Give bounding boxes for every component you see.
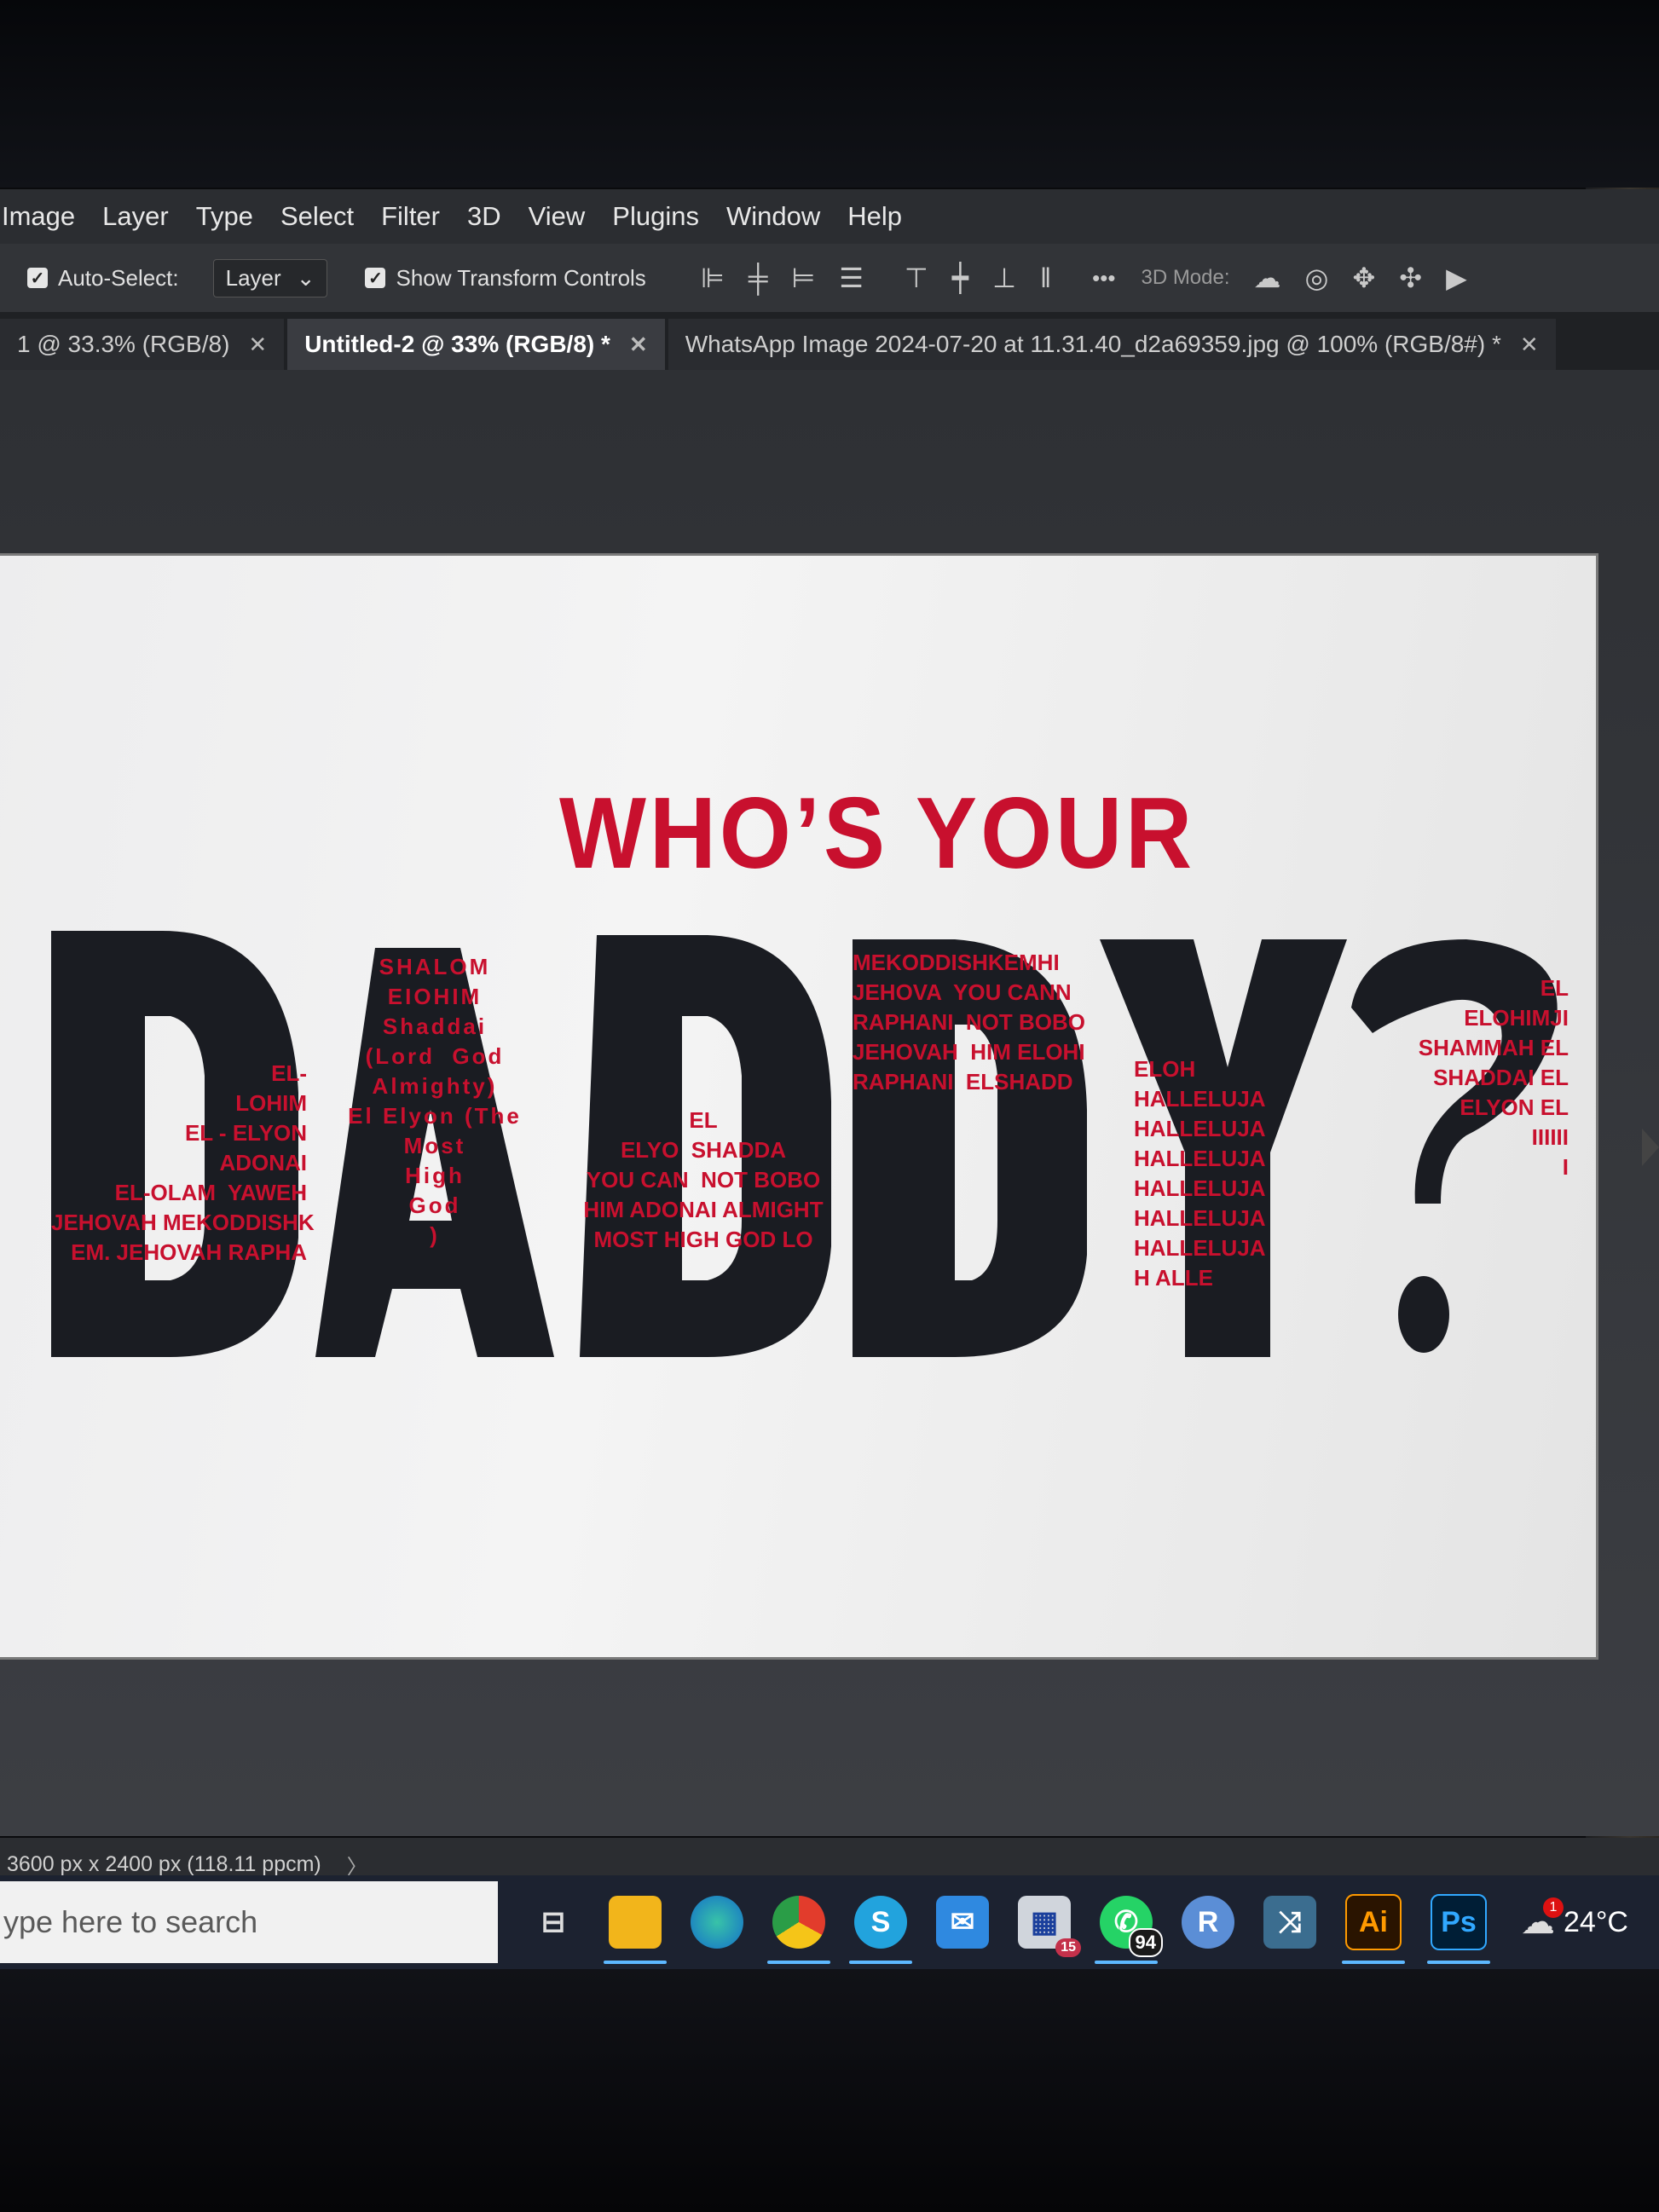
- close-icon[interactable]: ✕: [1520, 332, 1539, 358]
- illustrator-icon[interactable]: Ai: [1342, 1894, 1405, 1964]
- roll-icon[interactable]: ◎: [1305, 262, 1329, 294]
- letter-text-question: EL ELOHIMJI SHAMMAH EL SHADDAI EL ELYON …: [1418, 975, 1569, 1180]
- menu-plugins[interactable]: Plugins: [612, 201, 716, 232]
- search-placeholder: ype here to search: [3, 1904, 258, 1939]
- file-explorer-icon[interactable]: [604, 1896, 667, 1964]
- menu-window[interactable]: Window: [726, 201, 837, 232]
- photoshop-icon[interactable]: Ps: [1427, 1894, 1490, 1964]
- tab-document-1[interactable]: 1 @ 33.3% (RGB/8) ✕: [0, 319, 285, 370]
- align-top-icon[interactable]: ⊤: [905, 262, 928, 294]
- close-icon[interactable]: ✕: [629, 332, 648, 358]
- letter-text-y: ELOH HALLELUJA HALLELUJA HALLELUJA HALLE…: [1134, 1056, 1266, 1291]
- menu-view[interactable]: View: [529, 201, 603, 232]
- align-right-icon[interactable]: ⊨: [791, 262, 815, 294]
- temperature-text: 24°C: [1564, 1905, 1628, 1938]
- headline-text: WHO’S YOUR: [559, 775, 1196, 890]
- menu-layer[interactable]: Layer: [102, 201, 186, 232]
- tab-untitled-2[interactable]: Untitled-2 @ 33% (RGB/8) * ✕: [287, 319, 665, 370]
- chevron-down-icon: ⌄: [296, 264, 315, 291]
- more-options-button[interactable]: •••: [1092, 265, 1115, 292]
- edge-browser-icon[interactable]: [691, 1896, 743, 1949]
- monitor-bezel: [0, 0, 1659, 188]
- distribute-horizontal-icon[interactable]: ‖: [1040, 263, 1051, 294]
- auto-select-label: Auto-Select:: [58, 264, 179, 291]
- mysql-workbench-icon[interactable]: ⤨: [1263, 1896, 1316, 1949]
- store-icon[interactable]: ▦ 15: [1018, 1896, 1081, 1957]
- camera-icon[interactable]: ▶: [1446, 262, 1467, 294]
- letter-text-d2: EL ELYO SHADDA YOU CAN NOT BOBO HIM ADON…: [583, 1107, 824, 1252]
- menu-3d[interactable]: 3D: [467, 201, 518, 232]
- mouse-cursor-icon: [1642, 1129, 1659, 1166]
- weather-widget[interactable]: ☁ 1 24°C: [1521, 1897, 1628, 1942]
- options-bar: ✓ Auto-Select: Layer ⌄ ✓ Show Transform …: [0, 244, 1659, 313]
- monitor-bottom-bezel: [0, 1969, 1659, 2212]
- menu-image[interactable]: Image: [0, 201, 92, 232]
- mail-icon[interactable]: ✉: [936, 1896, 989, 1949]
- align-middle-icon[interactable]: ┿: [952, 262, 968, 294]
- whatsapp-count-badge: 94: [1128, 1928, 1163, 1957]
- transform-controls-checkbox[interactable]: ✓: [365, 268, 386, 288]
- menu-select[interactable]: Select: [280, 201, 371, 232]
- orbit-icon[interactable]: ☁: [1254, 262, 1281, 294]
- auto-select-dropdown[interactable]: Layer ⌄: [212, 258, 328, 297]
- pan-icon[interactable]: ✥: [1352, 262, 1375, 294]
- tab-label: 1 @ 33.3% (RGB/8): [17, 331, 230, 357]
- slide-icon[interactable]: ✣: [1399, 262, 1422, 294]
- windows-taskbar: ype here to search ⊟ S ✉ ▦ 15 ✆ 94 R ⤨ Ai …: [0, 1875, 1659, 1969]
- chrome-browser-icon[interactable]: [767, 1896, 830, 1964]
- transform-controls-label: Show Transform Controls: [396, 264, 646, 291]
- menu-help[interactable]: Help: [847, 201, 919, 232]
- tab-label: WhatsApp Image 2024-07-20 at 11.31.40_d2…: [685, 331, 1501, 357]
- workspace[interactable]: WHO’S YOUR EL- LOHIM EL - ELYON ADONAI E…: [0, 370, 1659, 1836]
- store-badge: 15: [1055, 1938, 1081, 1957]
- taskbar-search-input[interactable]: ype here to search: [0, 1881, 498, 1963]
- distribute-vertical-icon[interactable]: ☰: [839, 262, 864, 294]
- close-icon[interactable]: ✕: [248, 332, 267, 358]
- weather-alert-badge: 1: [1543, 1897, 1564, 1918]
- letter-text-a: SHALOM EIOHIM Shaddai (Lord God Almighty…: [348, 954, 522, 1248]
- document-canvas[interactable]: WHO’S YOUR EL- LOHIM EL - ELYON ADONAI E…: [0, 556, 1596, 1657]
- skype-icon[interactable]: S: [849, 1896, 912, 1964]
- auto-select-checkbox[interactable]: ✓: [27, 268, 48, 288]
- 3d-mode-label: 3D Mode:: [1141, 266, 1230, 289]
- letter-text-d3: MEKODDISHKEMHI JEHOVA YOU CANN RAPHANI N…: [853, 950, 1085, 1094]
- document-size: 3600 px x 2400 px (118.11 ppcm): [7, 1851, 321, 1876]
- align-bottom-icon[interactable]: ⊥: [992, 262, 1016, 294]
- r-app-icon[interactable]: R: [1182, 1896, 1234, 1949]
- tab-whatsapp-image[interactable]: WhatsApp Image 2024-07-20 at 11.31.40_d2…: [668, 319, 1556, 370]
- menu-bar: Image Layer Type Select Filter 3D View P…: [0, 189, 1659, 244]
- whatsapp-icon[interactable]: ✆ 94: [1095, 1896, 1163, 1964]
- cloud-icon: ☁ 1: [1521, 1897, 1564, 1942]
- auto-select-value: Layer: [225, 264, 281, 291]
- task-view-icon[interactable]: ⊟: [527, 1896, 580, 1949]
- daddy-artwork: EL- LOHIM EL - ELYON ADONAI EL-OLAM YAWE…: [34, 897, 1586, 1374]
- align-left-icon[interactable]: ⊫: [701, 262, 725, 294]
- menu-filter[interactable]: Filter: [381, 201, 457, 232]
- menu-type[interactable]: Type: [196, 201, 270, 232]
- tab-label: Untitled-2 @ 33% (RGB/8) *: [304, 331, 610, 357]
- letter-text-d1: EL- LOHIM EL - ELYON ADONAI EL-OLAM YAWE…: [51, 1060, 315, 1265]
- document-tabs: 1 @ 33.3% (RGB/8) ✕ Untitled-2 @ 33% (RG…: [0, 312, 1659, 370]
- align-center-icon[interactable]: ╪: [749, 263, 768, 294]
